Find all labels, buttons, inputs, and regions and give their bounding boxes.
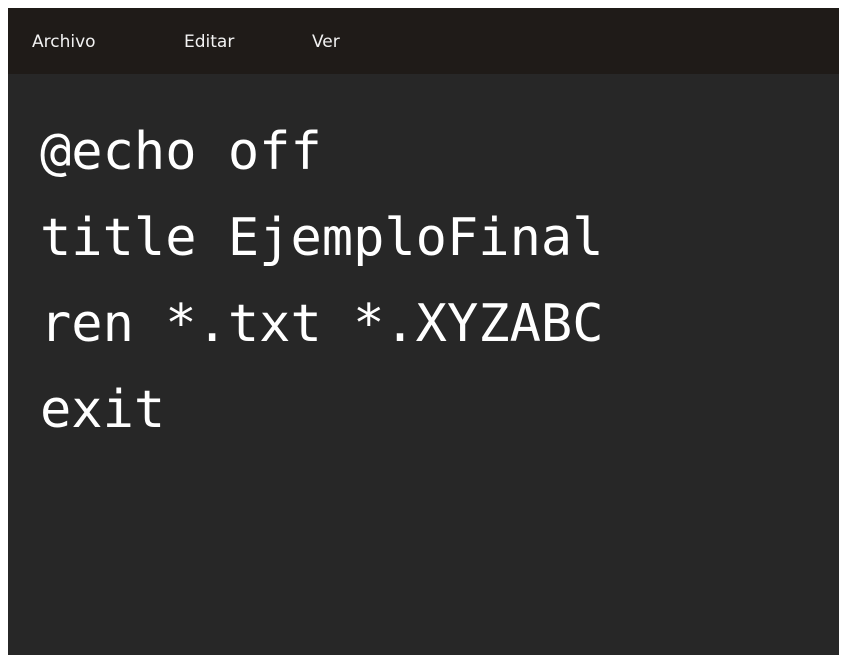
editor-line: ren *.txt *.XYZABC	[40, 294, 604, 354]
editor-line: title EjemploFinal	[40, 208, 604, 268]
editor-line: @echo off	[40, 122, 322, 182]
text-editor-area[interactable]: @echo off title EjemploFinal ren *.txt *…	[8, 74, 839, 655]
notepad-window: Archivo Editar Ver @echo off title Ejemp…	[8, 8, 839, 655]
menu-ver[interactable]: Ver	[312, 30, 340, 54]
editor-line: exit	[40, 380, 166, 440]
menu-bar: Archivo Editar Ver	[8, 8, 839, 74]
menu-archivo[interactable]: Archivo	[32, 30, 96, 54]
menu-editar[interactable]: Editar	[184, 30, 234, 54]
